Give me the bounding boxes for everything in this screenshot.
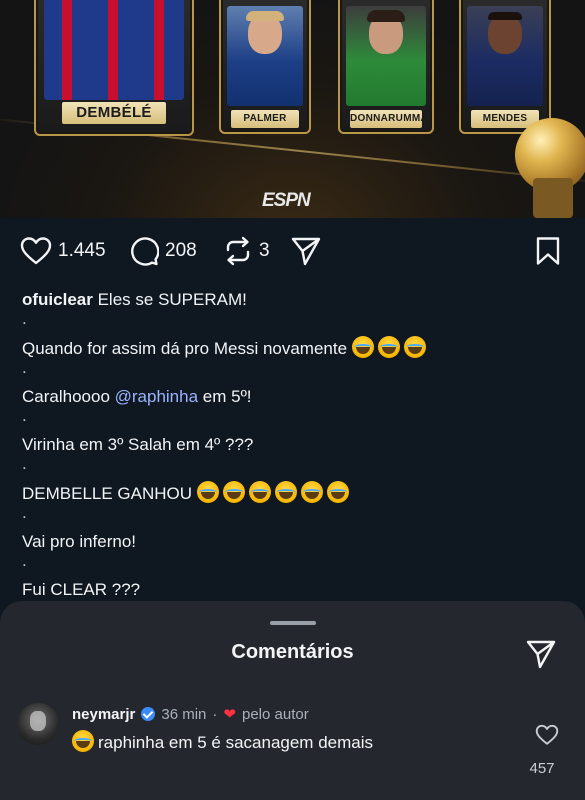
comment-header: neymarjr 36 min · ❤ pelo autor (72, 705, 309, 724)
caption-dot: . (22, 309, 27, 328)
post-action-bar: 1.445 208 3 (0, 218, 585, 282)
laughing-emoji-icon (377, 336, 400, 358)
separator: · (212, 705, 218, 723)
laughing-emoji-icon (274, 481, 297, 503)
caption-dot: . (22, 406, 27, 425)
laughing-emoji-icon (326, 481, 349, 503)
like-button[interactable]: 1.445 (20, 236, 106, 266)
comment-like-count: 457 (529, 760, 555, 777)
bookmark-icon (535, 236, 561, 266)
laughing-emoji-icon (72, 730, 94, 752)
post-caption: ofuiclear Eles se SUPERAM! . Quando for … (22, 288, 562, 602)
laughing-emoji-icon (403, 336, 426, 358)
caption-text: Eles se SUPERAM! (97, 290, 247, 309)
caption-dot: . (22, 454, 27, 473)
laughing-emoji-icon (222, 481, 245, 503)
sheet-drag-handle[interactable] (270, 621, 316, 625)
caption-text: em 5º! (198, 387, 252, 406)
espn-logo: ESPN (262, 190, 311, 211)
repost-icon (223, 236, 253, 266)
comment-button[interactable]: 208 (129, 236, 197, 266)
sheet-title: Comentários (231, 641, 354, 663)
comment-body: raphinha em 5 é sacanagem demais (98, 733, 373, 752)
caption-line: Caralhoooo @raphinha em 5º! (22, 385, 562, 409)
caption-text: Caralhoooo (22, 387, 115, 406)
mention-link[interactable]: @raphinha (115, 387, 198, 406)
send-icon (525, 640, 557, 673)
player-name: DEMBÉLÉ (62, 102, 166, 124)
player-card-donnarumma: DONNARUMMA (338, 0, 434, 134)
player-photo (44, 0, 184, 100)
caption-line: DEMBELLE GANHOU (22, 481, 562, 506)
ballon-dor-trophy (515, 118, 585, 218)
author-badge: pelo autor (241, 705, 309, 723)
like-count: 1.445 (58, 240, 106, 261)
laughing-emoji-icon (300, 481, 323, 503)
comment-time: 36 min (161, 705, 207, 723)
avatar[interactable] (17, 703, 59, 745)
comment-icon (129, 236, 159, 266)
laughing-emoji-icon (196, 481, 219, 503)
caption-text: Quando for assim dá pro Messi novamente (22, 339, 348, 358)
share-icon (290, 236, 322, 266)
laughing-emoji-icon (248, 481, 271, 503)
author-heart-icon: ❤ (223, 706, 236, 723)
player-photo (467, 6, 543, 106)
share-button[interactable] (290, 236, 322, 266)
heart-icon (20, 236, 52, 266)
share-sheet-button[interactable] (525, 639, 557, 674)
caption-line: Fui CLEAR ??? (22, 580, 141, 599)
player-name: PALMER (231, 110, 299, 128)
caption-dot: . (22, 358, 27, 377)
comment-username[interactable]: neymarjr (72, 706, 135, 723)
comment-like-button[interactable] (535, 724, 559, 751)
laughing-emoji-icon (351, 336, 374, 358)
player-card-mendes: MENDES (459, 0, 551, 134)
player-card-palmer: PALMER (219, 0, 311, 134)
verified-badge-icon (141, 707, 156, 721)
caption-username[interactable]: ofuiclear (22, 290, 93, 309)
caption-dot: . (22, 551, 27, 570)
player-photo (346, 6, 426, 106)
comment-text: raphinha em 5 é sacanagem demais (72, 730, 373, 753)
player-card-dembele: DEMBÉLÉ (34, 0, 194, 136)
player-name: DONNARUMMA (350, 110, 428, 128)
repost-button[interactable]: 3 (223, 236, 270, 266)
post-image[interactable]: DEMBÉLÉ PALMER DONNARUMMA MENDES ESPN (0, 0, 585, 218)
caption-first-line: ofuiclear Eles se SUPERAM! (22, 288, 562, 312)
player-photo (227, 6, 303, 106)
heart-icon (535, 724, 559, 750)
caption-text: DEMBELLE GANHOU (22, 484, 193, 503)
save-button[interactable] (535, 236, 561, 266)
caption-dot: . (22, 503, 27, 522)
caption-line: Quando for assim dá pro Messi novamente (22, 336, 562, 361)
comments-sheet[interactable]: Comentários (0, 601, 585, 800)
repost-count: 3 (259, 240, 270, 261)
caption-line: Vai pro inferno! (22, 532, 137, 551)
comment-count: 208 (165, 240, 197, 261)
caption-line: Virinha em 3º Salah em 4º ??? (22, 435, 254, 454)
